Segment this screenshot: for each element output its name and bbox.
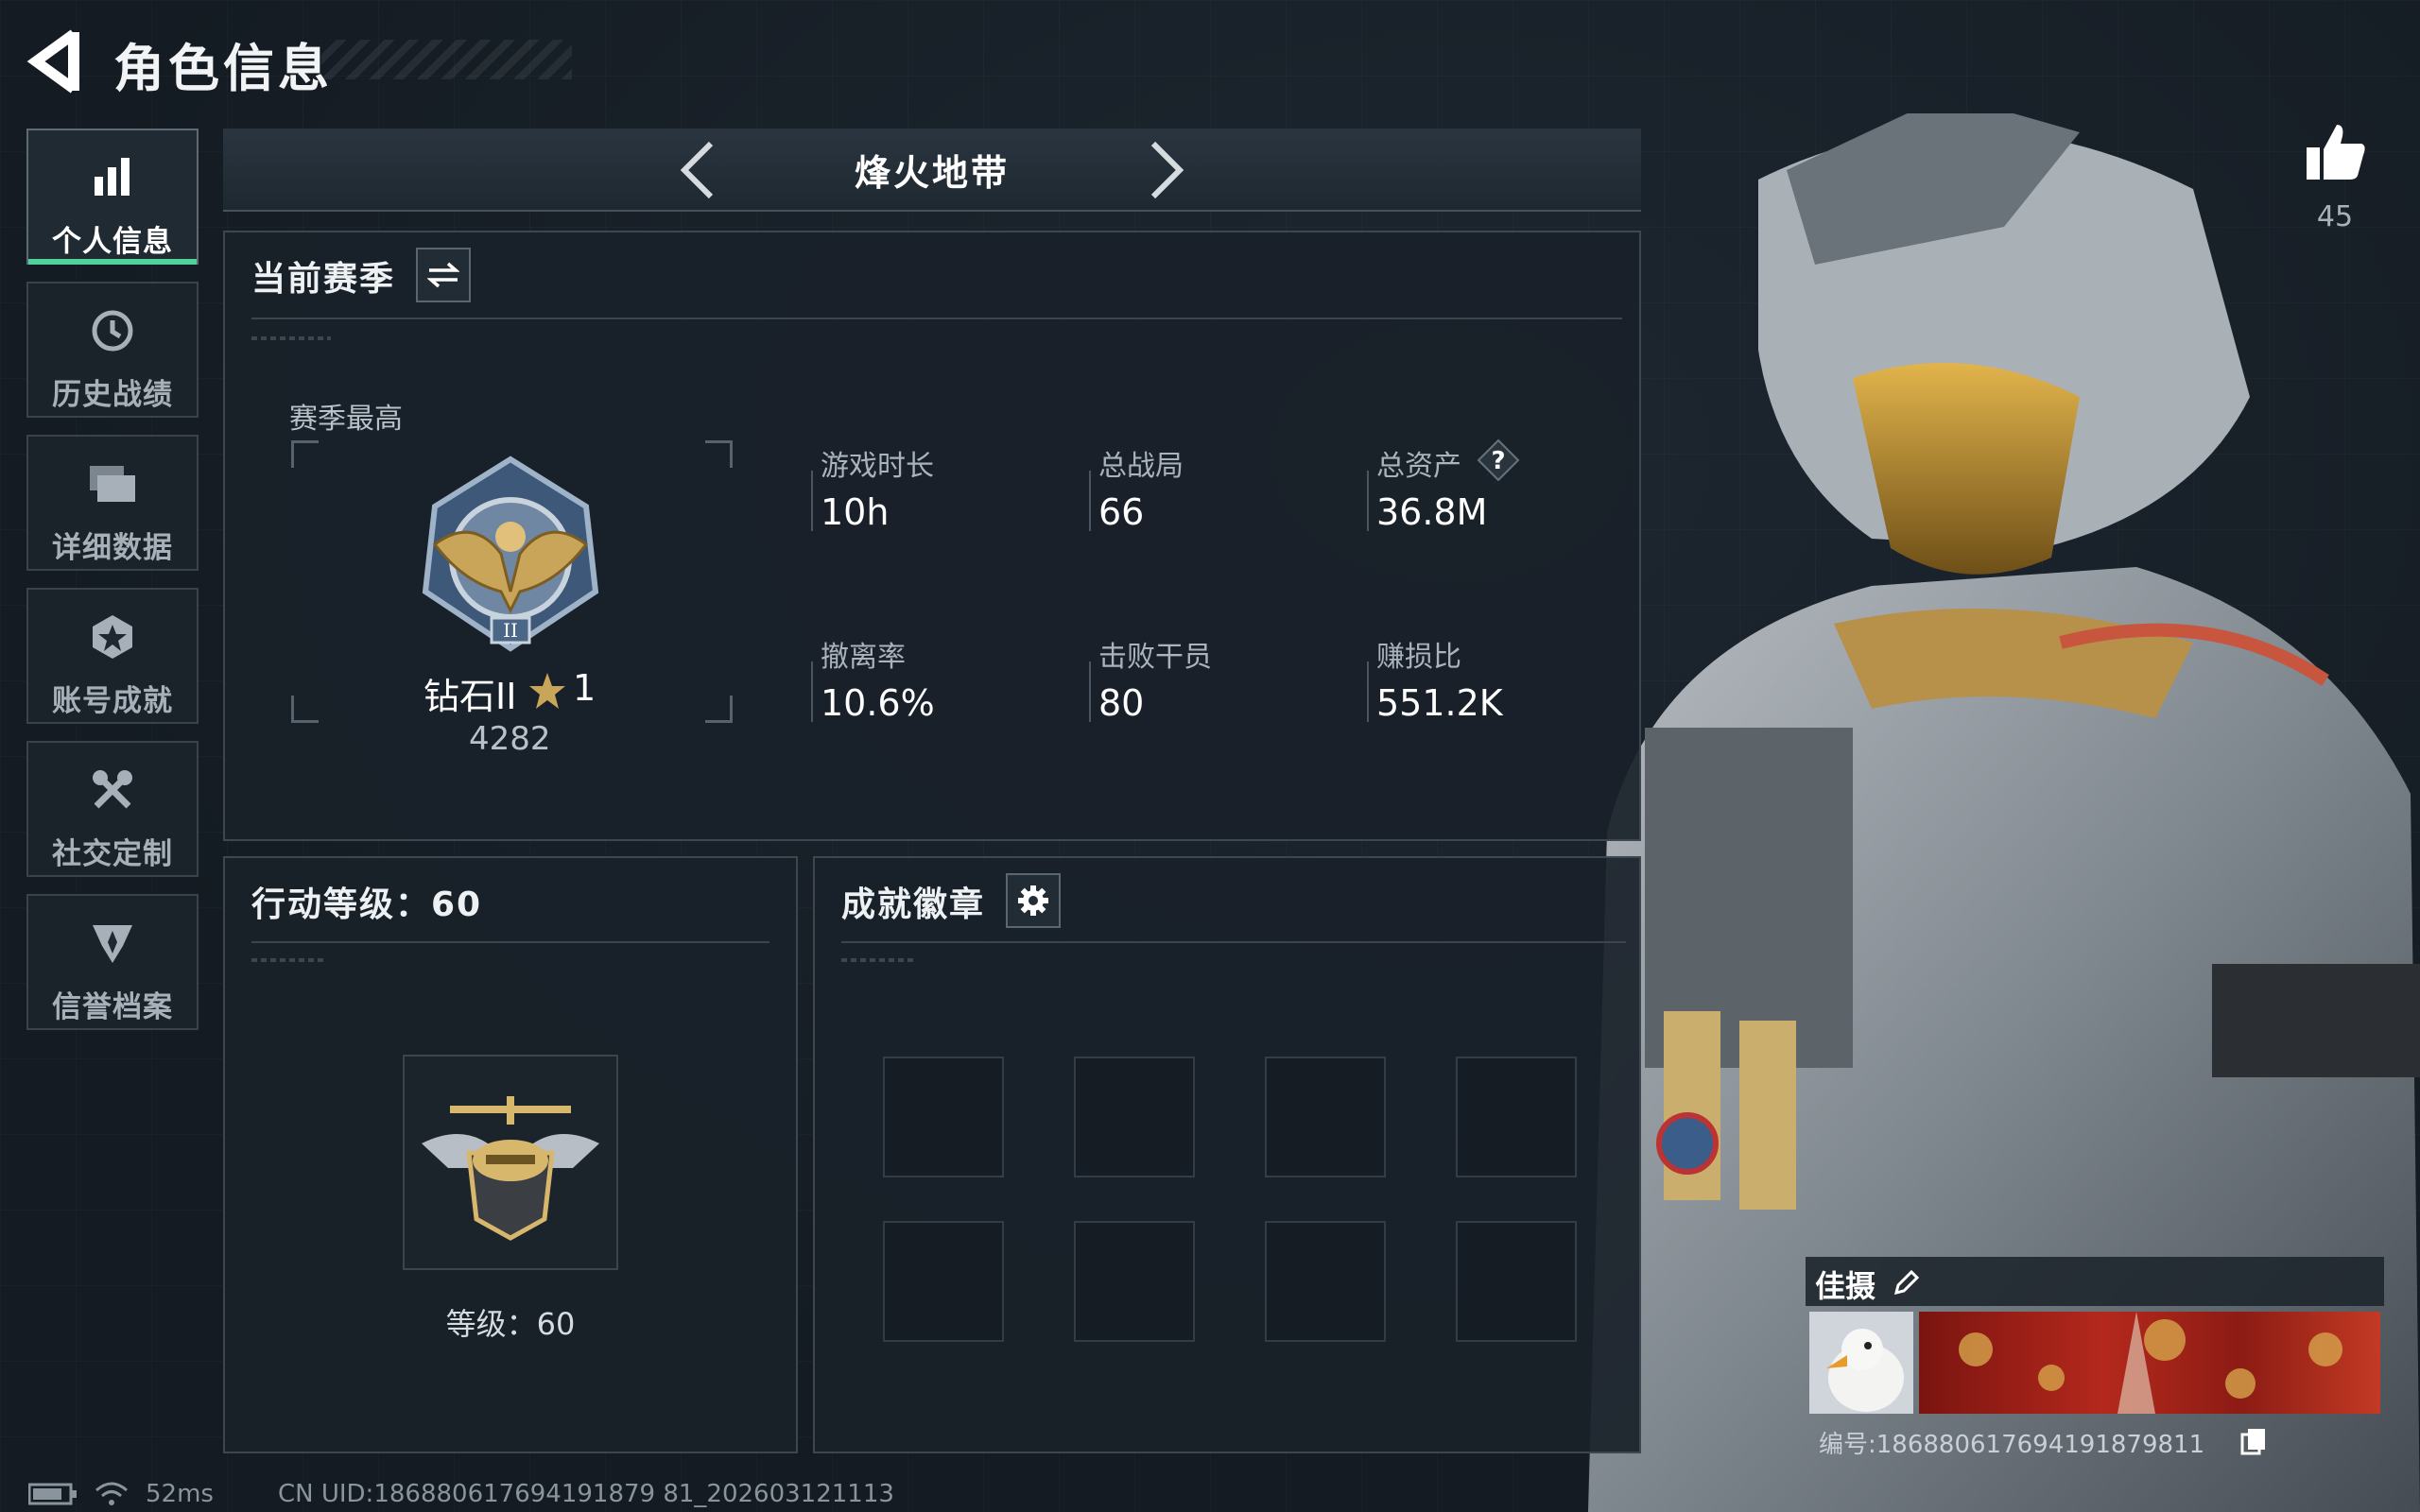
level-text: 等级：60 bbox=[445, 1306, 576, 1342]
sidebar-item-label: 个人信息 bbox=[52, 225, 173, 259]
helicopter-emblem-icon bbox=[422, 1096, 599, 1241]
sidebar-item-history[interactable]: 历史战绩 bbox=[26, 282, 199, 418]
divider bbox=[841, 941, 1626, 943]
chevron-right-icon[interactable] bbox=[1148, 140, 1185, 200]
album-id: 编号:186880617694191879811 bbox=[1819, 1431, 2205, 1459]
sidebar-item-personal-info[interactable]: 个人信息 bbox=[26, 129, 199, 265]
like-count: 45 bbox=[2316, 200, 2354, 233]
sidebar-item-label: 详细数据 bbox=[52, 531, 173, 565]
rank-badge-icon: II bbox=[422, 455, 599, 652]
badges-title: 成就徽章 bbox=[841, 885, 986, 924]
active-indicator bbox=[28, 259, 197, 265]
frame-corner bbox=[291, 440, 319, 468]
mode-label: 烽火地带 bbox=[854, 152, 1010, 194]
divider bbox=[251, 318, 1622, 319]
sidebar-item-label: 账号成就 bbox=[52, 684, 173, 718]
stat-label: 总资产 bbox=[1376, 450, 1461, 483]
gear-icon bbox=[1018, 885, 1048, 916]
star-icon bbox=[529, 673, 565, 709]
album-thumbnail-artwork bbox=[1919, 1312, 2380, 1414]
stat-label: 游戏时长 bbox=[821, 450, 934, 483]
divider-dots bbox=[251, 336, 331, 340]
season-title: 当前赛季 bbox=[251, 260, 396, 299]
sidebar-item-label: 信誉档案 bbox=[52, 990, 173, 1024]
divider-dots bbox=[841, 958, 917, 962]
album-thumbnail-goose bbox=[1809, 1312, 1913, 1414]
stat-marker bbox=[1089, 662, 1091, 722]
edit-pencil-icon[interactable] bbox=[1893, 1268, 1921, 1297]
stat-label: 击败干员 bbox=[1098, 641, 1212, 674]
stat-label: 赚损比 bbox=[1376, 641, 1461, 674]
stat-value: 36.8M bbox=[1376, 491, 1488, 533]
tools-icon bbox=[93, 770, 132, 809]
season-switch-button[interactable] bbox=[416, 248, 471, 302]
badge-slot[interactable] bbox=[1074, 1221, 1195, 1342]
page-title: 角色信息 bbox=[113, 39, 333, 98]
rank-points: 4282 bbox=[469, 720, 551, 758]
badge-slot[interactable] bbox=[1265, 1057, 1386, 1177]
season-best-label: 赛季最高 bbox=[289, 403, 403, 436]
badge-slot[interactable] bbox=[1074, 1057, 1195, 1177]
frame-corner bbox=[291, 696, 319, 723]
uid-text: CN UID:186880617694191879 81_20260312111… bbox=[277, 1480, 894, 1508]
stat-value: 10.6% bbox=[821, 682, 935, 724]
stat-value: 66 bbox=[1098, 491, 1145, 533]
album-title: 佳摄 bbox=[1815, 1268, 1876, 1304]
badge-slot[interactable] bbox=[883, 1057, 1004, 1177]
folder-data-icon bbox=[90, 466, 135, 502]
thumbs-up-icon[interactable] bbox=[2305, 121, 2367, 183]
sidebar-item-label: 历史战绩 bbox=[52, 378, 173, 412]
rank-stars: 1 bbox=[573, 667, 596, 709]
photo-album-card[interactable]: 佳摄 编号:186880617694191879811 bbox=[1806, 1257, 2384, 1469]
copy-icon[interactable] bbox=[2240, 1427, 2267, 1455]
divider bbox=[251, 941, 769, 943]
stat-value: 80 bbox=[1098, 682, 1145, 724]
stat-marker bbox=[1367, 471, 1369, 531]
rank-name: 钻石II bbox=[424, 676, 517, 717]
sidebar-item-details[interactable]: 详细数据 bbox=[26, 435, 199, 571]
stat-marker bbox=[1367, 662, 1369, 722]
svg-text:II: II bbox=[503, 619, 518, 642]
wifi-icon bbox=[95, 1482, 128, 1505]
badge-settings-button[interactable] bbox=[1006, 873, 1061, 928]
ping-text: 52ms bbox=[146, 1480, 214, 1508]
shield-emblem-icon bbox=[93, 925, 132, 963]
badge-slot[interactable] bbox=[1265, 1221, 1386, 1342]
sidebar-item-credit[interactable]: 信誉档案 bbox=[26, 894, 199, 1030]
badge-slot[interactable] bbox=[1456, 1221, 1577, 1342]
stat-value: 551.2K bbox=[1376, 682, 1503, 724]
sidebar-item-social[interactable]: 社交定制 bbox=[26, 741, 199, 877]
swap-arrows-icon bbox=[427, 262, 459, 288]
sidebar-item-achievements[interactable]: 账号成就 bbox=[26, 588, 199, 724]
stat-marker bbox=[811, 471, 813, 531]
stat-label: 总战局 bbox=[1098, 450, 1184, 483]
badge-slot[interactable] bbox=[1456, 1057, 1577, 1177]
battery-icon bbox=[28, 1483, 77, 1505]
help-icon[interactable]: ? bbox=[1477, 438, 1520, 482]
status-bar: 52ms CN UID:186880617694191879 81_202603… bbox=[28, 1480, 894, 1508]
action-level-title: 行动等级：60 bbox=[251, 885, 483, 924]
back-arrow-icon[interactable] bbox=[26, 28, 83, 94]
stat-value: 10h bbox=[821, 491, 890, 533]
stat-marker bbox=[811, 662, 813, 722]
sidebar-item-label: 社交定制 bbox=[52, 837, 173, 871]
achievement-star-icon bbox=[93, 615, 132, 659]
frame-corner bbox=[705, 440, 733, 468]
svg-text:?: ? bbox=[1491, 447, 1505, 475]
divider-dots bbox=[251, 958, 327, 962]
stat-label: 撤离率 bbox=[821, 641, 906, 674]
badge-slot[interactable] bbox=[883, 1221, 1004, 1342]
clock-history-icon bbox=[92, 310, 133, 352]
bar-chart-icon bbox=[95, 158, 130, 196]
title-decoration bbox=[321, 40, 572, 79]
frame-corner bbox=[705, 696, 733, 723]
stat-marker bbox=[1089, 471, 1091, 531]
